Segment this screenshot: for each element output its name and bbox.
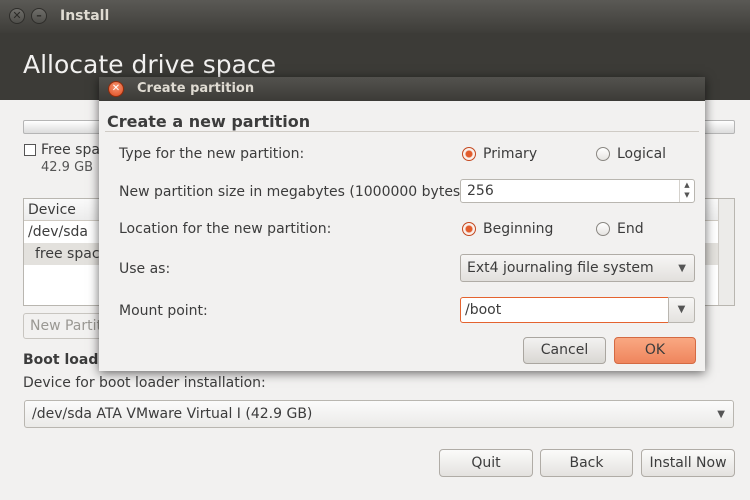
window-titlebar[interactable]: ✕ – Install <box>0 0 750 33</box>
free-space-size: 42.9 GB <box>41 160 94 175</box>
mount-point-label: Mount point: <box>119 303 208 319</box>
table-scrollbar[interactable] <box>718 199 734 305</box>
cancel-button[interactable]: Cancel <box>523 337 606 364</box>
use-as-label: Use as: <box>119 261 171 277</box>
free-space-checkbox[interactable] <box>24 144 36 156</box>
mount-point-input[interactable] <box>460 297 669 323</box>
minimize-icon[interactable]: – <box>31 8 47 24</box>
boot-device-value: /dev/sda ATA VMware Virtual I (42.9 GB) <box>32 406 313 422</box>
partition-location-label: Location for the new partition: <box>119 221 332 237</box>
end-radio[interactable] <box>596 222 610 236</box>
stepper-up-icon[interactable]: ▲ <box>680 180 694 190</box>
page-title: Allocate drive space <box>23 50 277 79</box>
close-icon[interactable]: ✕ <box>9 8 25 24</box>
mount-point-dropdown[interactable]: ▼ <box>668 297 695 323</box>
dialog-title: Create partition <box>137 81 255 96</box>
boot-device-label: Device for boot loader installation: <box>23 375 266 391</box>
stepper-down-icon[interactable]: ▼ <box>680 190 694 200</box>
beginning-radio[interactable] <box>462 222 476 236</box>
use-as-select[interactable]: Ext4 journaling file system ▼ <box>460 254 695 282</box>
end-radio-label[interactable]: End <box>617 221 644 237</box>
chevron-down-icon: ▼ <box>717 409 725 420</box>
beginning-radio-label[interactable]: Beginning <box>483 221 553 237</box>
partition-type-label: Type for the new partition: <box>119 146 305 162</box>
window-title: Install <box>60 8 110 24</box>
boot-loader-heading: Boot loade <box>23 352 108 368</box>
partition-size-label: New partition size in megabytes (1000000… <box>119 184 471 200</box>
partition-size-input[interactable] <box>460 179 695 203</box>
chevron-down-icon: ▼ <box>678 263 686 274</box>
chevron-down-icon[interactable]: ▼ <box>678 304 686 315</box>
quit-button[interactable]: Quit <box>439 449 533 477</box>
boot-device-select[interactable]: /dev/sda ATA VMware Virtual I (42.9 GB) … <box>24 400 734 428</box>
free-space-label: Free spa <box>41 142 100 158</box>
close-icon[interactable]: ✕ <box>108 81 124 97</box>
use-as-value: Ext4 journaling file system <box>467 260 654 276</box>
install-now-button[interactable]: Install Now <box>641 449 735 477</box>
dialog-heading: Create a new partition <box>107 112 311 131</box>
primary-radio-label[interactable]: Primary <box>483 146 537 162</box>
ok-button[interactable]: OK <box>614 337 696 364</box>
create-partition-dialog: ✕ Create partition Create a new partitio… <box>99 77 705 371</box>
dialog-titlebar[interactable]: ✕ Create partition <box>99 77 705 101</box>
logical-radio-label[interactable]: Logical <box>617 146 666 162</box>
logical-radio[interactable] <box>596 147 610 161</box>
size-stepper[interactable]: ▲ ▼ <box>679 180 694 202</box>
back-button[interactable]: Back <box>540 449 633 477</box>
divider <box>105 131 699 132</box>
primary-radio[interactable] <box>462 147 476 161</box>
